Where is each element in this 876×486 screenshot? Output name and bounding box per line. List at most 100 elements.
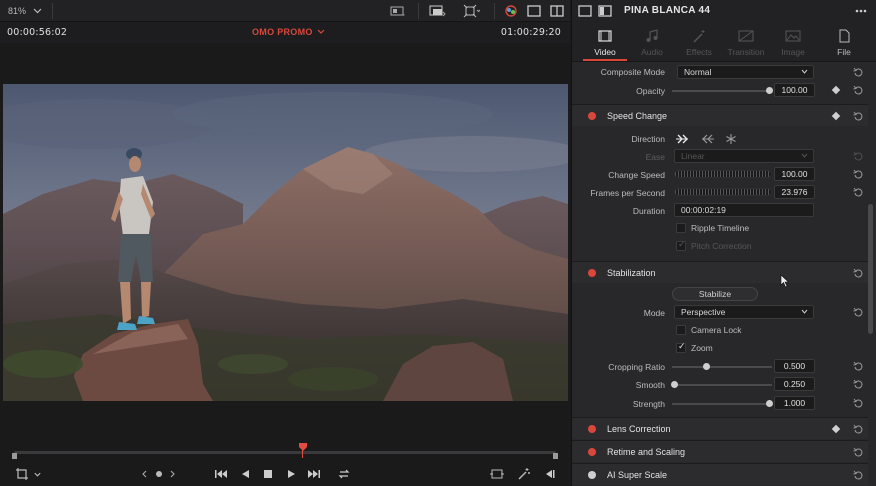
reset-icon[interactable]	[853, 111, 864, 122]
reset-icon[interactable]	[853, 447, 864, 458]
camera-lock-checkbox[interactable]	[676, 325, 686, 335]
forward-direction-icon[interactable]	[676, 133, 690, 145]
single-panel-icon[interactable]	[576, 4, 594, 18]
freeze-frame-icon[interactable]	[724, 133, 738, 145]
play-button[interactable]	[283, 466, 299, 482]
strength-slider[interactable]	[672, 403, 772, 405]
crop-dropdown[interactable]	[32, 466, 42, 482]
bypass-grades-button[interactable]	[516, 466, 532, 482]
stop-button[interactable]	[260, 466, 276, 482]
timeline-scrubber[interactable]	[12, 443, 558, 459]
reset-icon[interactable]	[853, 424, 864, 435]
tab-transition[interactable]: Transition	[722, 22, 770, 62]
zoom-checkbox[interactable]	[676, 341, 686, 353]
reset-icon[interactable]	[853, 85, 864, 96]
video-frame[interactable]	[3, 84, 568, 401]
composite-mode-dropdown[interactable]: Normal	[677, 65, 814, 79]
jog-control[interactable]	[140, 466, 178, 482]
reset-icon[interactable]	[853, 398, 864, 409]
out-point-marker[interactable]	[553, 453, 558, 459]
play-reverse-button[interactable]	[237, 466, 253, 482]
change-speed-value[interactable]: 100.00	[774, 167, 815, 181]
opacity-slider-knob[interactable]	[766, 87, 773, 94]
tab-video[interactable]: Video	[581, 22, 629, 62]
reset-icon	[853, 151, 864, 162]
tab-label: File	[837, 47, 851, 57]
tab-effects[interactable]: Effects	[675, 22, 723, 62]
fps-slider[interactable]	[674, 188, 772, 196]
duration-field[interactable]: 00:00:02:19	[674, 203, 814, 217]
keyframe-icon[interactable]	[831, 424, 841, 434]
skip-end-icon	[308, 470, 320, 478]
ai-super-scale-toggle[interactable]	[584, 471, 600, 479]
smooth-value[interactable]: 0.250	[774, 377, 815, 391]
inspector-scrollbar[interactable]	[868, 62, 873, 342]
reset-icon[interactable]	[853, 187, 864, 198]
stabilization-toggle[interactable]	[584, 269, 600, 277]
transform-overlay-icon[interactable]	[462, 4, 481, 18]
reset-icon[interactable]	[853, 379, 864, 390]
smooth-knob[interactable]	[671, 381, 678, 388]
cropping-ratio-value[interactable]: 0.500	[774, 359, 815, 373]
reset-icon[interactable]	[853, 169, 864, 180]
change-speed-label: Change Speed	[608, 170, 665, 180]
playhead-icon[interactable]	[299, 443, 307, 452]
stab-mode-dropdown[interactable]: Perspective	[674, 305, 814, 319]
scrollbar-thumb[interactable]	[868, 204, 873, 334]
dual-viewer-icon[interactable]	[548, 4, 566, 18]
split-panel-icon[interactable]	[596, 4, 614, 18]
source-timecode: 00:00:56:02	[7, 27, 68, 38]
timeline-selector[interactable]: OMO PROMO	[252, 27, 325, 37]
keyframe-icon[interactable]	[831, 111, 841, 121]
skip-start-icon	[215, 470, 227, 478]
reset-icon[interactable]	[853, 470, 864, 481]
stabilization-header[interactable]: Stabilization	[572, 261, 868, 283]
fps-value[interactable]: 23.976	[774, 185, 815, 199]
lens-correction-toggle[interactable]	[584, 425, 600, 433]
last-frame-button[interactable]	[542, 466, 558, 482]
tab-image[interactable]: Image	[769, 22, 817, 62]
cropping-ratio-slider[interactable]	[672, 366, 772, 368]
speed-change-toggle[interactable]	[584, 112, 600, 120]
composite-mode-label: Composite Mode	[600, 67, 665, 77]
retime-scaling-toggle[interactable]	[584, 448, 600, 456]
opacity-value[interactable]: 100.00	[774, 83, 815, 97]
tab-audio[interactable]: Audio	[628, 22, 676, 62]
go-to-end-button[interactable]	[306, 466, 322, 482]
reset-icon[interactable]	[853, 67, 864, 78]
reset-icon[interactable]	[853, 268, 864, 279]
stabilize-button[interactable]: Stabilize	[672, 287, 758, 301]
scrubber-track[interactable]	[14, 451, 556, 454]
ripple-timeline-checkbox[interactable]	[676, 223, 686, 233]
pitch-correction-label: Pitch Correction	[691, 241, 752, 251]
cropping-ratio-knob[interactable]	[703, 363, 710, 370]
tab-label: Video	[594, 47, 616, 57]
transition-icon	[738, 30, 754, 42]
match-frame-button[interactable]	[489, 466, 505, 482]
safe-area-icon[interactable]	[428, 4, 446, 18]
in-point-marker[interactable]	[12, 453, 17, 459]
zoom-dropdown[interactable]: 81%	[8, 4, 42, 18]
opacity-slider[interactable]	[672, 90, 772, 92]
color-wheel-icon[interactable]	[502, 4, 520, 18]
reverse-direction-icon[interactable]	[700, 133, 714, 145]
ai-super-scale-header[interactable]: AI Super Scale	[572, 463, 868, 485]
tab-file[interactable]: File	[820, 22, 868, 62]
strength-value[interactable]: 1.000	[774, 396, 815, 410]
reset-icon[interactable]	[853, 361, 864, 372]
change-speed-slider[interactable]	[674, 170, 772, 178]
viewer-layout-icon[interactable]	[388, 4, 406, 18]
crop-tool-button[interactable]	[14, 466, 30, 482]
strength-knob[interactable]	[766, 400, 773, 407]
reset-icon[interactable]	[853, 307, 864, 318]
retime-scaling-header[interactable]: Retime and Scaling	[572, 440, 868, 462]
toolbar-divider	[52, 3, 53, 19]
go-to-start-button[interactable]	[213, 466, 229, 482]
loop-button[interactable]	[336, 466, 352, 482]
more-options-icon[interactable]	[852, 4, 870, 18]
lens-correction-header[interactable]: Lens Correction	[572, 417, 868, 439]
keyframe-icon[interactable]	[831, 85, 841, 95]
single-viewer-icon[interactable]	[525, 4, 543, 18]
smooth-slider[interactable]	[672, 384, 772, 386]
speed-change-header[interactable]: Speed Change	[572, 104, 868, 126]
